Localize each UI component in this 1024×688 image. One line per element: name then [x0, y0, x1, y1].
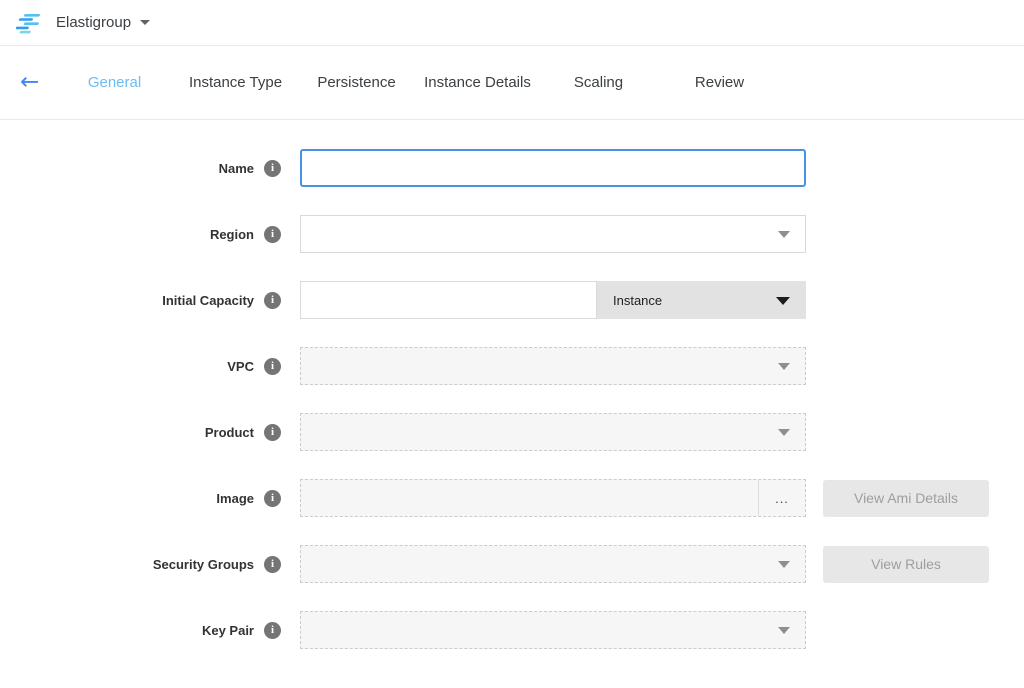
- region-select[interactable]: [300, 215, 806, 253]
- product-info-icon[interactable]: i: [264, 424, 281, 441]
- form-row-image: Image i ... View Ami Details: [0, 479, 1024, 517]
- form-row-vpc: VPC i: [0, 347, 1024, 385]
- name-input[interactable]: [300, 149, 806, 187]
- product-select[interactable]: [300, 413, 806, 451]
- tab-general[interactable]: General: [54, 74, 175, 91]
- top-bar: Elastigroup: [0, 0, 1024, 46]
- form-row-key-pair: Key Pair i: [0, 611, 1024, 649]
- security-groups-info-icon[interactable]: i: [264, 556, 281, 573]
- region-info-icon[interactable]: i: [264, 226, 281, 243]
- tab-instance-type[interactable]: Instance Type: [175, 74, 296, 91]
- image-browse-button[interactable]: ...: [758, 480, 805, 516]
- name-label-group: Name i: [0, 160, 300, 177]
- security-groups-label-group: Security Groups i: [0, 556, 300, 573]
- tab-scaling[interactable]: Scaling: [538, 74, 659, 91]
- name-info-icon[interactable]: i: [264, 160, 281, 177]
- vpc-label-group: VPC i: [0, 358, 300, 375]
- back-arrow-icon[interactable]: ←: [20, 71, 50, 94]
- vpc-select[interactable]: [300, 347, 806, 385]
- image-label: Image: [216, 491, 254, 506]
- security-groups-select[interactable]: [300, 545, 806, 583]
- tab-persistence[interactable]: Persistence: [296, 74, 417, 91]
- vpc-label: VPC: [227, 359, 254, 374]
- name-label: Name: [219, 161, 254, 176]
- security-groups-control: [300, 545, 806, 583]
- view-rules-button[interactable]: View Rules: [823, 546, 989, 583]
- initial-capacity-label-group: Initial Capacity i: [0, 292, 300, 309]
- region-label: Region: [210, 227, 254, 242]
- app-switcher-caret-icon[interactable]: [140, 20, 150, 25]
- tab-review[interactable]: Review: [659, 74, 780, 91]
- product-label: Product: [205, 425, 254, 440]
- wizard-tabs: General Instance Type Persistence Instan…: [54, 74, 780, 91]
- tab-instance-details[interactable]: Instance Details: [417, 74, 538, 91]
- name-control: [300, 149, 806, 187]
- region-control: [300, 215, 806, 253]
- form-row-region: Region i: [0, 215, 1024, 253]
- image-label-group: Image i: [0, 490, 300, 507]
- key-pair-label: Key Pair: [202, 623, 254, 638]
- capacity-unit-value: Instance: [613, 293, 662, 308]
- view-ami-details-button[interactable]: View Ami Details: [823, 480, 989, 517]
- form-row-initial-capacity: Initial Capacity i Instance: [0, 281, 1024, 319]
- form-row-security-groups: Security Groups i View Rules: [0, 545, 1024, 583]
- key-pair-info-icon[interactable]: i: [264, 622, 281, 639]
- wizard-tab-bar: ← General Instance Type Persistence Inst…: [0, 46, 1024, 120]
- vpc-info-icon[interactable]: i: [264, 358, 281, 375]
- key-pair-label-group: Key Pair i: [0, 622, 300, 639]
- product-control: [300, 413, 806, 451]
- general-settings-form: Name i Region i Initial Capacity i Insta…: [0, 120, 1024, 649]
- image-control: ...: [300, 479, 806, 517]
- form-row-name: Name i: [0, 149, 1024, 187]
- vpc-control: [300, 347, 806, 385]
- key-pair-control: [300, 611, 806, 649]
- product-label-group: Product i: [0, 424, 300, 441]
- security-groups-label: Security Groups: [153, 557, 254, 572]
- image-info-icon[interactable]: i: [264, 490, 281, 507]
- elastigroup-logo-icon: [16, 11, 44, 35]
- initial-capacity-input[interactable]: [300, 281, 597, 319]
- key-pair-select[interactable]: [300, 611, 806, 649]
- capacity-unit-caret-icon: [776, 297, 790, 305]
- image-value-field[interactable]: [301, 480, 758, 516]
- capacity-unit-select[interactable]: Instance: [597, 281, 806, 319]
- region-label-group: Region i: [0, 226, 300, 243]
- initial-capacity-info-icon[interactable]: i: [264, 292, 281, 309]
- initial-capacity-control: Instance: [300, 281, 806, 319]
- app-switcher-label[interactable]: Elastigroup: [56, 14, 131, 31]
- form-row-product: Product i: [0, 413, 1024, 451]
- initial-capacity-label: Initial Capacity: [162, 293, 254, 308]
